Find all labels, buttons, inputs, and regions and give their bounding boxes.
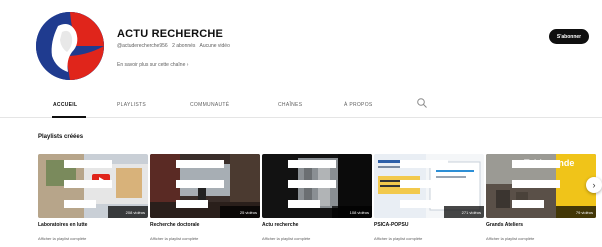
tab-a-propos[interactable]: À PROPOS: [344, 102, 373, 108]
channel-about-link-label: En savoir plus sur cette chaîne: [117, 62, 186, 68]
channel-header: ACTU RECHERCHE @actuderecherche956 2 abo…: [0, 0, 602, 92]
playlist-thumbnail[interactable]: 25 vidéos: [150, 154, 260, 218]
video-count-badge: 108 vidéos: [332, 206, 372, 218]
carousel-next-button[interactable]: ›: [586, 177, 602, 193]
active-tab-underline: [52, 116, 86, 118]
playlist-title[interactable]: Recherche doctorale: [150, 222, 199, 228]
avatar-logo: [36, 12, 104, 80]
chevron-right-icon: ›: [592, 180, 596, 190]
subscribe-button[interactable]: S'abonner: [549, 29, 589, 44]
video-count-badge: 79 vidéos: [556, 206, 596, 218]
view-full-playlist-link[interactable]: Afficher la playlist complète: [38, 236, 86, 241]
view-full-playlist-link[interactable]: Afficher la playlist complète: [486, 236, 534, 241]
channel-handle: @actuderecherche956: [117, 43, 168, 49]
chevron-right-small-icon: ›: [186, 62, 189, 68]
channel-about-link[interactable]: En savoir plus sur cette chaîne ›: [117, 62, 188, 68]
tab-chaines[interactable]: CHAÎNES: [278, 102, 302, 108]
playlist-thumbnail[interactable]: 108 vidéos: [262, 154, 372, 218]
playlist-title[interactable]: Actu recherche: [262, 222, 298, 228]
view-full-playlist-link[interactable]: Afficher la playlist complète: [150, 236, 198, 241]
view-full-playlist-link[interactable]: Afficher la playlist complète: [262, 236, 310, 241]
channel-video-count: Aucune vidéo: [199, 43, 230, 49]
search-icon[interactable]: [416, 97, 428, 109]
channel-subscribers: 2 abonnés: [172, 43, 196, 49]
section-title[interactable]: Playlists créées: [38, 134, 83, 140]
playlist-thumbnail[interactable]: 208 vidéos: [38, 154, 148, 218]
video-count-badge: 208 vidéos: [108, 206, 148, 218]
channel-tabs: ACCUEIL PLAYLISTS COMMUNAUTÉ CHAÎNES À P…: [0, 93, 602, 118]
channel-avatar[interactable]: [36, 12, 104, 80]
channel-meta: @actuderecherche956 2 abonnés Aucune vid…: [117, 43, 233, 49]
video-count-badge: 271 vidéos: [444, 206, 484, 218]
playlist-thumbnail[interactable]: Table ronde 79 vidéos: [486, 154, 596, 218]
playlist-title[interactable]: PSICA-POPSU: [374, 222, 408, 228]
view-full-playlist-link[interactable]: Afficher la playlist complète: [374, 236, 422, 241]
tab-communaute[interactable]: COMMUNAUTÉ: [190, 102, 229, 108]
tab-playlists[interactable]: PLAYLISTS: [117, 102, 146, 108]
channel-name: ACTU RECHERCHE: [117, 28, 224, 40]
tab-accueil[interactable]: ACCUEIL: [53, 102, 77, 108]
playlist-title[interactable]: Laboratoires en lutte: [38, 222, 87, 228]
video-count-badge: 25 vidéos: [220, 206, 260, 218]
playlist-thumbnail[interactable]: 271 vidéos: [374, 154, 484, 218]
playlist-title[interactable]: Grands Ateliers: [486, 222, 523, 228]
